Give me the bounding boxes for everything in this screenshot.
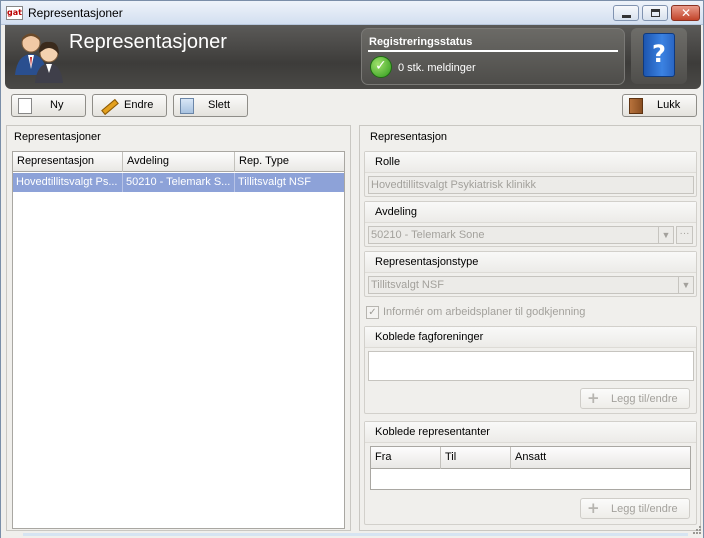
app-logo-icon: gat: [6, 6, 23, 20]
checkmark-icon: [370, 56, 392, 78]
column-header-avdeling[interactable]: Avdeling: [123, 152, 235, 172]
rolle-group: Rolle Hovedtillitsvalgt Psykiatrisk klin…: [364, 151, 697, 197]
status-message-count: 0 stk. meldinger: [398, 62, 476, 74]
close-window-button[interactable]: ✕: [671, 5, 700, 21]
representations-list-panel: Representasjoner Representasjon Avdeling…: [6, 125, 351, 531]
app-window: gat Representasjoner ✕ Representasjoner …: [0, 0, 704, 538]
edit-button[interactable]: Endre: [92, 94, 167, 117]
help-book-icon: ?: [643, 33, 675, 77]
column-header-til[interactable]: Til: [441, 447, 511, 469]
chevron-down-icon[interactable]: ▼: [678, 277, 693, 293]
status-title: Registreringsstatus: [369, 36, 473, 48]
new-document-icon: [18, 98, 32, 114]
representanter-add-edit-button[interactable]: + Legg til/endre: [580, 498, 690, 519]
representasjonstype-dropdown[interactable]: Tillitsvalgt NSF ▼: [368, 276, 694, 294]
cell-avdeling: 50210 - Telemark S...: [123, 173, 235, 192]
table-header: Representasjon Avdeling Rep. Type: [13, 152, 344, 172]
detail-panel-title: Representasjon: [370, 131, 448, 143]
fagforeninger-list[interactable]: [368, 351, 694, 381]
avdeling-browse-button[interactable]: ···: [676, 226, 693, 244]
representanter-table[interactable]: Fra Til Ansatt: [370, 446, 691, 490]
status-divider: [368, 50, 618, 52]
title-bar[interactable]: gat Representasjoner ✕: [1, 1, 703, 25]
representation-detail-panel: Representasjon Rolle Hovedtillitsvalgt P…: [359, 125, 701, 531]
plus-icon: +: [587, 499, 600, 517]
registration-status-panel: Registreringsstatus 0 stk. meldinger: [361, 28, 625, 85]
close-button[interactable]: Lukk: [622, 94, 697, 117]
inform-checkbox[interactable]: ✓: [366, 306, 379, 319]
minimize-icon: [622, 15, 631, 18]
exit-door-icon: [629, 98, 643, 114]
plus-icon: +: [587, 389, 600, 407]
avdeling-label: Avdeling: [365, 202, 696, 223]
maximize-button[interactable]: [642, 5, 668, 21]
delete-button[interactable]: Slett: [173, 94, 248, 117]
koblede-fagforeninger-label: Koblede fagforeninger: [365, 327, 696, 348]
page-title: Representasjoner: [69, 31, 227, 53]
representasjonstype-group: Representasjonstype Tillitsvalgt NSF ▼: [364, 251, 697, 297]
table-header: Fra Til Ansatt: [371, 447, 690, 469]
koblede-representanter-group: Koblede representanter Fra Til Ansatt + …: [364, 421, 697, 525]
representasjonstype-label: Representasjonstype: [365, 252, 696, 273]
new-button[interactable]: Ny: [11, 94, 86, 117]
koblede-representanter-label: Koblede representanter: [365, 422, 696, 443]
resize-grip-icon[interactable]: [690, 525, 702, 537]
column-header-representasjon[interactable]: Representasjon: [13, 152, 123, 172]
header-banner: Representasjoner Registreringsstatus 0 s…: [5, 25, 701, 89]
cell-representasjon: Hovedtillitsvalgt Ps...: [13, 173, 123, 192]
koblede-fagforeninger-group: Koblede fagforeninger + Legg til/endre: [364, 326, 697, 414]
list-panel-title: Representasjoner: [14, 131, 101, 143]
column-header-rep-type[interactable]: Rep. Type: [235, 152, 344, 172]
delete-icon: [180, 98, 194, 114]
close-icon: ✕: [681, 6, 692, 20]
avdeling-dropdown[interactable]: 50210 - Telemark Sone ▼: [368, 226, 674, 244]
inform-checkbox-label: Informér om arbeidsplaner til godkjennin…: [383, 306, 586, 318]
cell-rep-type: Tillitsvalgt NSF: [238, 176, 311, 188]
help-button[interactable]: ?: [631, 28, 687, 84]
avdeling-value: 50210 - Telemark Sone: [371, 229, 485, 241]
chevron-down-icon[interactable]: ▼: [658, 227, 673, 243]
table-row[interactable]: Hovedtillitsvalgt Ps... 50210 - Telemark…: [13, 173, 344, 192]
column-header-fra[interactable]: Fra: [371, 447, 441, 469]
fagforeninger-add-edit-button[interactable]: + Legg til/endre: [580, 388, 690, 409]
users-icon: [15, 33, 63, 83]
rolle-label: Rolle: [365, 152, 696, 173]
panel-splitter[interactable]: [352, 125, 357, 531]
rolle-field[interactable]: Hovedtillitsvalgt Psykiatrisk klinikk: [368, 176, 694, 194]
minimize-button[interactable]: [613, 5, 639, 21]
pencil-icon: [99, 98, 113, 114]
column-header-ansatt[interactable]: Ansatt: [511, 447, 690, 469]
representasjonstype-value: Tillitsvalgt NSF: [371, 279, 444, 291]
maximize-icon: [651, 9, 660, 17]
representations-table[interactable]: Representasjon Avdeling Rep. Type Hovedt…: [12, 151, 345, 529]
status-bar-strip: [23, 533, 688, 536]
window-title: Representasjoner: [28, 6, 123, 20]
avdeling-group: Avdeling 50210 - Telemark Sone ▼ ···: [364, 201, 697, 247]
